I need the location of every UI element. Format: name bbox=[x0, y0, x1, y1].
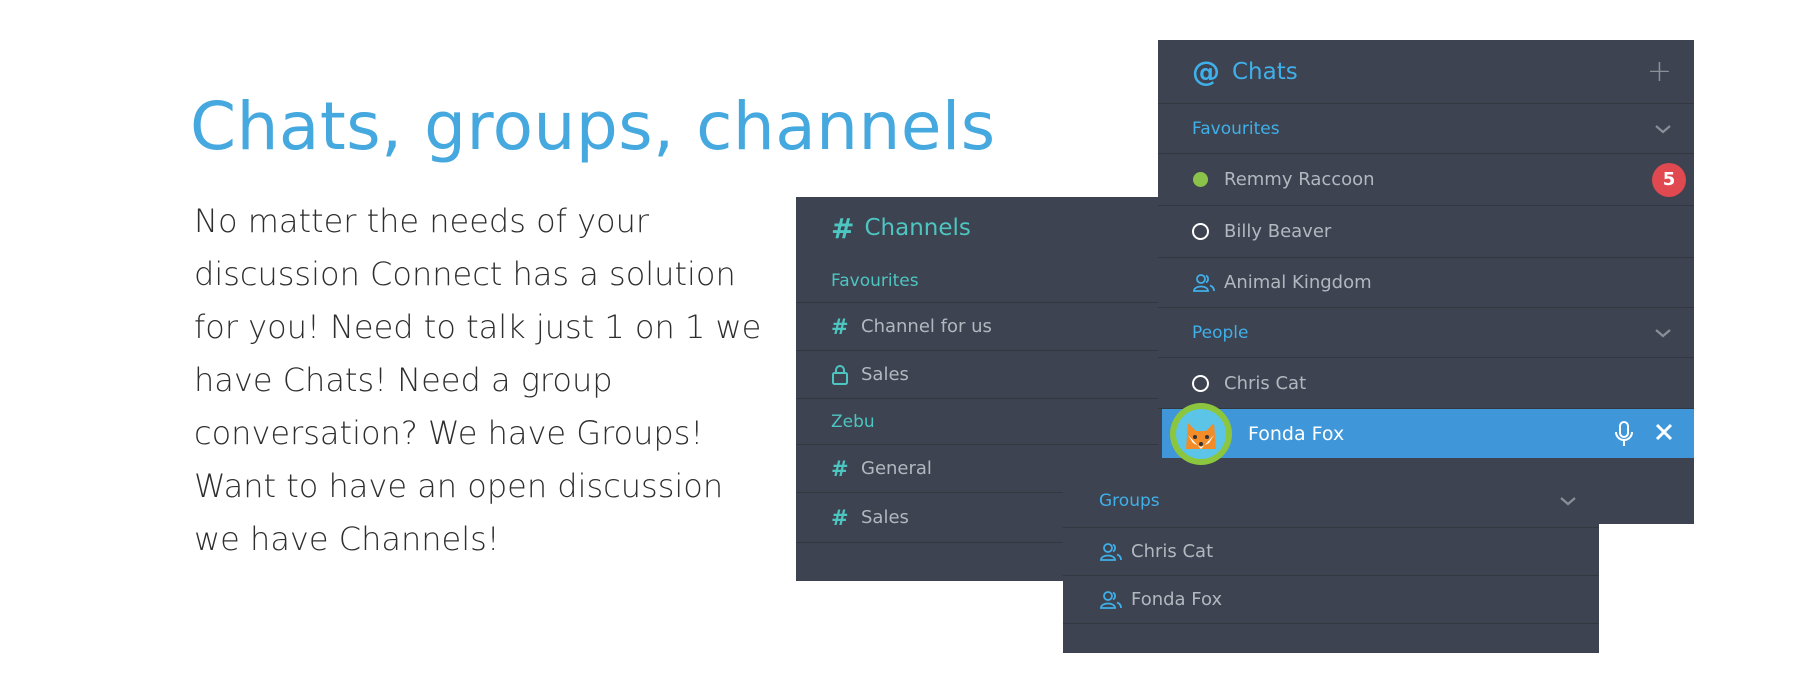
group-label: Fonda Fox bbox=[1131, 589, 1223, 610]
microphone-icon[interactable] bbox=[1614, 420, 1634, 452]
avatar bbox=[1170, 403, 1232, 465]
groups-panel: Groups Chris Cat Fonda Fox bbox=[1063, 475, 1599, 653]
close-icon[interactable] bbox=[1654, 422, 1674, 446]
offline-status-icon bbox=[1192, 223, 1209, 240]
group-icon bbox=[1193, 273, 1215, 292]
intro-paragraph: No matter the needs of your discussion C… bbox=[194, 195, 774, 566]
intro-line: Want to have an open discussion bbox=[194, 467, 724, 505]
online-status-icon bbox=[1193, 172, 1208, 187]
hash-icon: # bbox=[831, 211, 855, 245]
section-label: People bbox=[1192, 322, 1249, 343]
chat-label: Remmy Raccoon bbox=[1224, 169, 1375, 190]
chat-item-selected[interactable]: Fonda Fox bbox=[1162, 403, 1694, 465]
intro-line: we have Channels! bbox=[194, 520, 500, 558]
section-header-favourites[interactable]: Favourites bbox=[1158, 104, 1694, 154]
chat-item[interactable]: Chris Cat bbox=[1158, 358, 1694, 409]
intro-line: have Chats! Need a group bbox=[194, 361, 613, 399]
unread-badge: 5 bbox=[1652, 162, 1686, 197]
intro-line: No matter the needs of your bbox=[194, 202, 650, 240]
chevron-down-icon[interactable] bbox=[1654, 327, 1672, 339]
hash-icon: # bbox=[831, 505, 849, 530]
channel-label: Channel for us bbox=[861, 316, 992, 337]
intro-line: conversation? We have Groups! bbox=[194, 414, 704, 452]
group-item[interactable]: Chris Cat bbox=[1063, 528, 1599, 576]
group-item[interactable]: Fonda Fox bbox=[1063, 576, 1599, 624]
section-header-zebu[interactable]: Zebu bbox=[796, 399, 1160, 445]
channel-label: Sales bbox=[861, 507, 909, 528]
section-label: Favourites bbox=[831, 270, 919, 291]
page-title: Chats, groups, channels bbox=[190, 88, 996, 165]
channels-header: # Channels bbox=[796, 197, 1160, 259]
group-icon bbox=[1100, 542, 1122, 561]
group-icon bbox=[1100, 590, 1122, 609]
section-label: Favourites bbox=[1192, 118, 1280, 139]
section-label: Zebu bbox=[831, 411, 875, 432]
channels-title: Channels bbox=[864, 215, 971, 241]
chat-label: Billy Beaver bbox=[1224, 221, 1332, 242]
hash-icon: # bbox=[831, 314, 849, 339]
chats-header: @ Chats + bbox=[1158, 40, 1694, 104]
chevron-down-icon[interactable] bbox=[1559, 495, 1577, 507]
chat-label: Animal Kingdom bbox=[1224, 272, 1372, 293]
chat-item[interactable]: Animal Kingdom bbox=[1158, 258, 1694, 308]
group-label: Chris Cat bbox=[1131, 541, 1214, 562]
chevron-down-icon[interactable] bbox=[1654, 123, 1672, 135]
hash-icon: # bbox=[831, 456, 849, 481]
channel-item[interactable]: Sales bbox=[796, 351, 1160, 399]
add-chat-button[interactable]: + bbox=[1647, 54, 1672, 89]
at-icon: @ bbox=[1192, 55, 1220, 88]
channel-item[interactable]: # Channel for us bbox=[796, 303, 1160, 351]
intro-line: discussion Connect has a solution bbox=[194, 255, 736, 293]
channel-label: General bbox=[861, 458, 932, 479]
section-header-people[interactable]: People bbox=[1158, 308, 1694, 358]
fox-avatar-icon bbox=[1176, 409, 1226, 459]
section-header-groups[interactable]: Groups bbox=[1063, 475, 1599, 528]
chat-item[interactable]: Billy Beaver bbox=[1158, 206, 1694, 258]
lock-icon bbox=[831, 364, 861, 386]
chat-label: Fonda Fox bbox=[1248, 422, 1345, 445]
chat-item[interactable]: Remmy Raccoon 5 bbox=[1158, 154, 1694, 206]
chats-title: Chats bbox=[1232, 58, 1298, 85]
chat-label: Chris Cat bbox=[1224, 372, 1307, 394]
offline-status-icon bbox=[1192, 374, 1209, 392]
section-header-favourites[interactable]: Favourites bbox=[796, 259, 1160, 303]
section-label: Groups bbox=[1099, 491, 1160, 511]
channel-label: Sales bbox=[861, 364, 909, 385]
intro-line: for you! Need to talk just 1 on 1 we bbox=[194, 308, 762, 346]
